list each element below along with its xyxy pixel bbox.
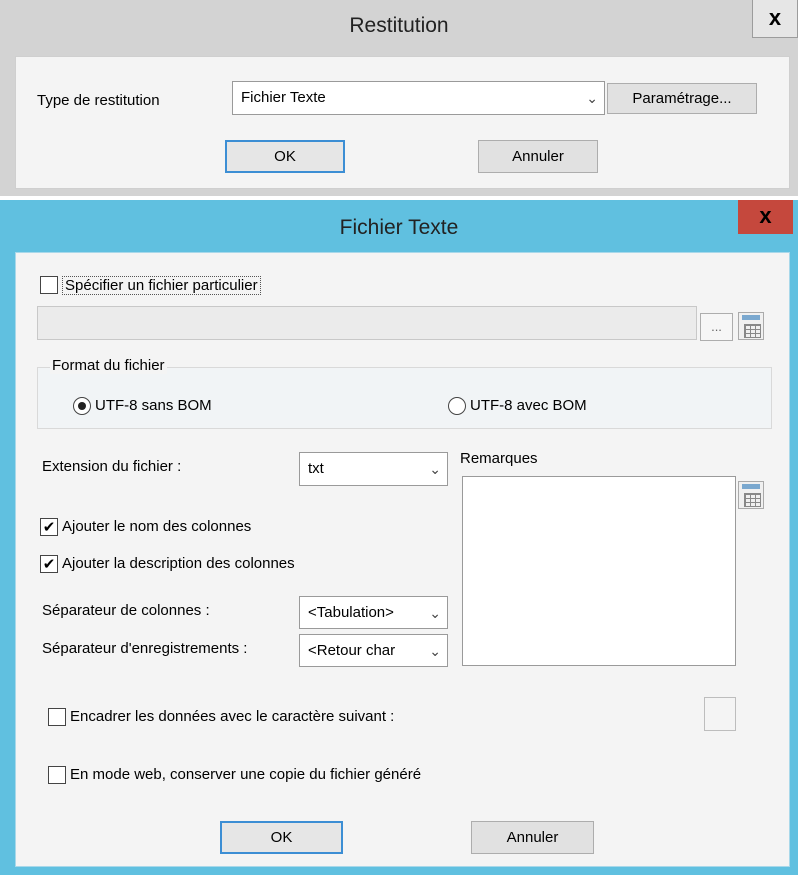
chevron-down-icon: ⌄ bbox=[429, 643, 441, 659]
radio-selected-dot bbox=[78, 402, 86, 410]
remarks-textarea[interactable] bbox=[462, 476, 736, 666]
restitution-close-button[interactable]: x bbox=[752, 0, 798, 38]
add-column-desc-checkbox[interactable]: ✔ bbox=[40, 555, 58, 573]
chevron-down-icon: ⌄ bbox=[586, 90, 598, 106]
frame-data-checkbox[interactable] bbox=[48, 708, 66, 726]
restitution-title: Restitution bbox=[349, 14, 449, 37]
restitution-body bbox=[15, 56, 790, 189]
fichier-texte-title: Fichier Texte bbox=[339, 216, 459, 239]
remarks-label: Remarques bbox=[460, 450, 538, 467]
web-copy-label: En mode web, conserver une copie du fich… bbox=[70, 766, 422, 783]
col-separator-select[interactable]: <Tabulation> ⌄ bbox=[299, 596, 448, 629]
specific-file-label: Spécifier un fichier particulier bbox=[62, 276, 261, 295]
type-restitution-select[interactable]: Fichier Texte ⌄ bbox=[232, 81, 605, 115]
type-restitution-value: Fichier Texte bbox=[241, 89, 326, 106]
close-icon: x bbox=[768, 5, 782, 30]
chevron-down-icon: ⌄ bbox=[429, 605, 441, 621]
add-column-desc-label: Ajouter la description des colonnes bbox=[62, 555, 295, 572]
web-copy-checkbox[interactable] bbox=[48, 766, 66, 784]
ok-button[interactable]: OK bbox=[220, 821, 343, 854]
utf8-sans-bom-radio[interactable] bbox=[73, 397, 91, 415]
utf8-avec-bom-radio[interactable] bbox=[448, 397, 466, 415]
type-restitution-label: Type de restitution bbox=[37, 92, 160, 109]
ok-button[interactable]: OK bbox=[225, 140, 345, 173]
extension-value: txt bbox=[308, 460, 324, 477]
fichier-texte-window: Fichier Texte x Spécifier un fichier par… bbox=[0, 200, 798, 875]
rec-separator-select[interactable]: <Retour char ⌄ bbox=[299, 634, 448, 667]
rec-separator-label: Séparateur d'enregistrements : bbox=[42, 640, 248, 657]
rec-separator-value: <Retour char bbox=[308, 642, 396, 659]
frame-data-label: Encadrer les données avec le caractère s… bbox=[70, 708, 395, 725]
col-separator-label: Séparateur de colonnes : bbox=[42, 602, 210, 619]
close-icon: x bbox=[759, 203, 772, 228]
utf8-sans-bom-label: UTF-8 sans BOM bbox=[95, 397, 212, 414]
parametrage-button[interactable]: Paramétrage... bbox=[607, 83, 757, 114]
checkmark-icon: ✔ bbox=[42, 556, 56, 573]
add-column-names-label: Ajouter le nom des colonnes bbox=[62, 518, 252, 535]
checkmark-icon: ✔ bbox=[42, 519, 56, 536]
grid-icon[interactable] bbox=[738, 312, 764, 340]
grid-icon[interactable] bbox=[738, 481, 764, 509]
extension-select[interactable]: txt ⌄ bbox=[299, 452, 448, 486]
browse-button[interactable]: ... bbox=[700, 313, 733, 341]
cancel-button[interactable]: Annuler bbox=[471, 821, 594, 854]
chevron-down-icon: ⌄ bbox=[429, 461, 441, 477]
format-group-label: Format du fichier bbox=[50, 357, 167, 374]
utf8-avec-bom-label: UTF-8 avec BOM bbox=[470, 397, 587, 414]
restitution-window: Restitution x Type de restitution Fichie… bbox=[0, 0, 798, 196]
file-path-field[interactable] bbox=[37, 306, 697, 340]
cancel-button[interactable]: Annuler bbox=[478, 140, 598, 173]
fichier-texte-close-button[interactable]: x bbox=[738, 200, 793, 234]
extension-label: Extension du fichier : bbox=[42, 458, 182, 475]
col-separator-value: <Tabulation> bbox=[308, 604, 394, 621]
specific-file-checkbox[interactable] bbox=[40, 276, 58, 294]
frame-char-field[interactable] bbox=[704, 697, 736, 731]
add-column-names-checkbox[interactable]: ✔ bbox=[40, 518, 58, 536]
